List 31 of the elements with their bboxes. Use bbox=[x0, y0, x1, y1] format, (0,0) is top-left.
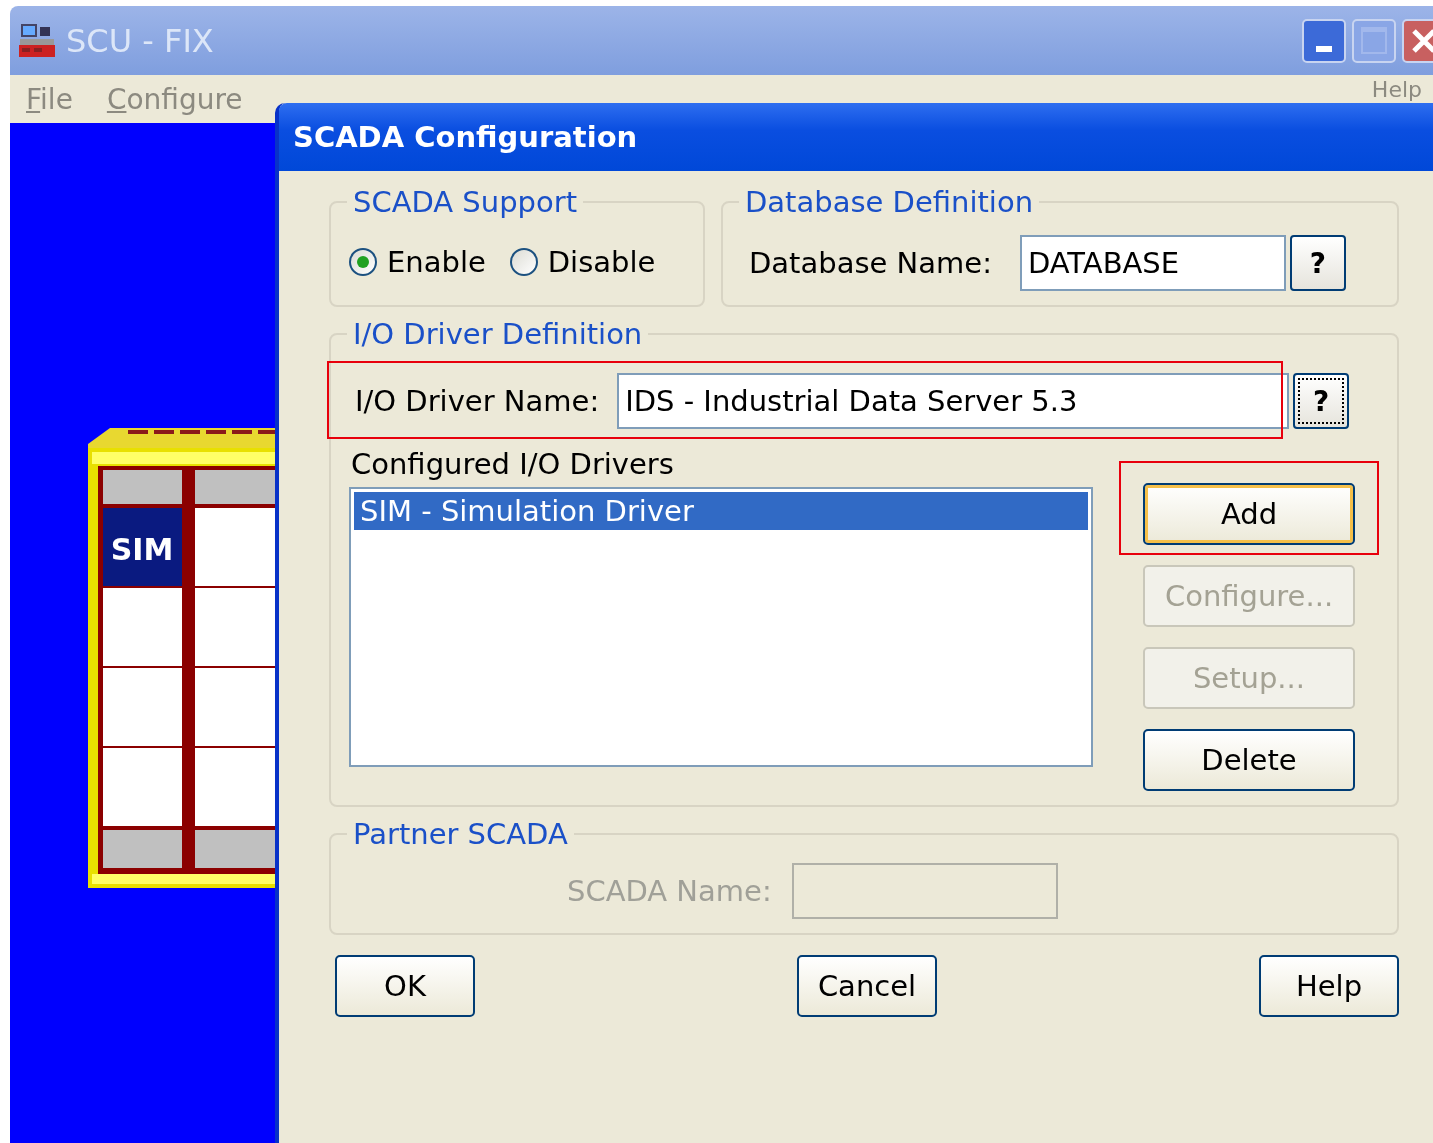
group-title: I/O Driver Definition bbox=[352, 317, 644, 351]
driver-button[interactable]: Add bbox=[1143, 483, 1355, 545]
radio-button[interactable] bbox=[509, 248, 538, 276]
rack-slot[interactable] bbox=[103, 508, 182, 586]
database-name-field[interactable]: DATABASE bbox=[1019, 235, 1286, 291]
field-label: I/O Driver Name: bbox=[355, 384, 600, 418]
radio-label[interactable]: Disable bbox=[547, 245, 656, 279]
group-title: SCADA Support bbox=[352, 185, 578, 219]
minimize-icon bbox=[1316, 45, 1332, 52]
field-label: SCADA Name: bbox=[567, 874, 772, 908]
radio-button[interactable] bbox=[349, 248, 377, 276]
dialog-button[interactable]: Cancel bbox=[797, 955, 937, 1017]
help-button[interactable]: ? bbox=[1289, 235, 1346, 291]
radio-label[interactable]: Enable bbox=[387, 245, 486, 279]
dialog-button[interactable]: OK bbox=[335, 955, 475, 1017]
window-title: SCU - FIX bbox=[66, 21, 214, 60]
list-label: Configured I/O Drivers bbox=[351, 447, 675, 481]
scada-name-field[interactable] bbox=[791, 863, 1058, 919]
driver-button[interactable]: Delete bbox=[1143, 729, 1355, 791]
maximize-icon bbox=[1361, 27, 1387, 54]
group-title: Database Definition bbox=[744, 185, 1035, 219]
driver-list[interactable]: SIM - Simulation Driver bbox=[349, 487, 1093, 767]
dialog-button[interactable]: Help bbox=[1259, 955, 1399, 1017]
dialog-title: SCADA Configuration bbox=[279, 103, 1433, 171]
help-button[interactable]: ? bbox=[1293, 373, 1350, 429]
computer-icon bbox=[18, 22, 58, 59]
driver-name-field[interactable]: IDS - Industrial Data Server 5.3 bbox=[617, 373, 1290, 429]
list-item[interactable]: SIM - Simulation Driver bbox=[354, 492, 1088, 530]
slot-label: SIM bbox=[110, 532, 174, 567]
group-title: Partner SCADA bbox=[352, 817, 569, 851]
field-label: Database Name: bbox=[749, 246, 992, 280]
